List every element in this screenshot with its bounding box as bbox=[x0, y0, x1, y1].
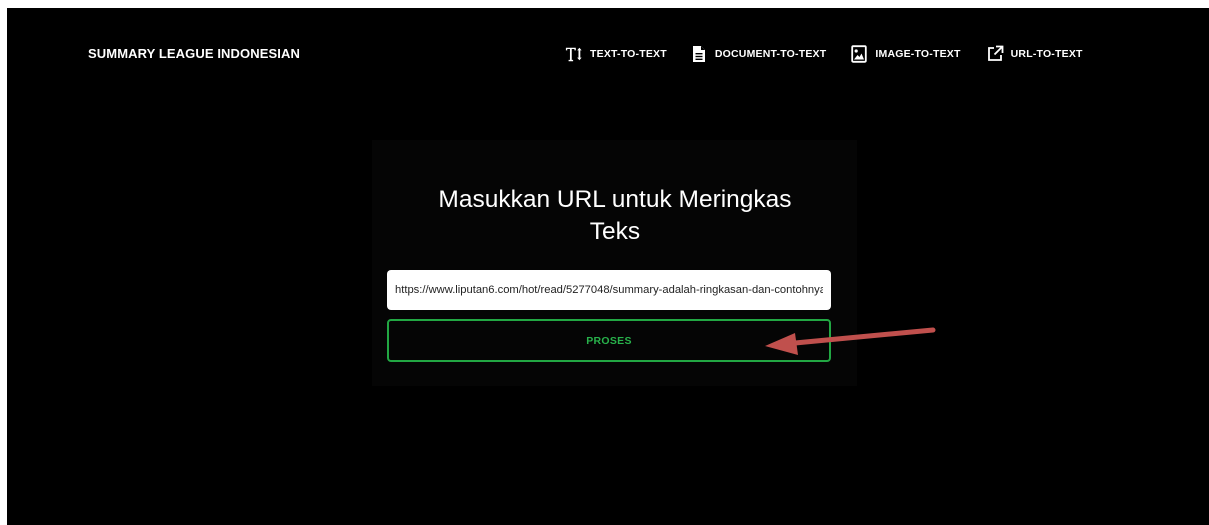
brand-title[interactable]: SUMMARY LEAGUE INDONESIAN bbox=[88, 44, 300, 64]
top-nav: TEXT-TO-TEXT DOCUMENT-TO-TEXT IMAGE-TO-T… bbox=[565, 42, 1083, 66]
page-title-line-1: Masukkan URL untuk Meringkas bbox=[438, 186, 792, 213]
document-icon bbox=[690, 45, 708, 63]
image-icon bbox=[850, 45, 868, 63]
nav-image-to-text[interactable]: IMAGE-TO-TEXT bbox=[850, 45, 960, 63]
nav-document-to-text-label: DOCUMENT-TO-TEXT bbox=[714, 48, 827, 60]
nav-url-to-text[interactable]: URL-TO-TEXT bbox=[986, 45, 1083, 63]
nav-document-to-text[interactable]: DOCUMENT-TO-TEXT bbox=[690, 45, 827, 63]
text-height-icon bbox=[565, 45, 583, 63]
proses-button[interactable]: PROSES bbox=[387, 319, 831, 362]
nav-image-to-text-label: IMAGE-TO-TEXT bbox=[875, 48, 961, 60]
external-link-icon bbox=[986, 45, 1004, 63]
nav-text-to-text[interactable]: TEXT-TO-TEXT bbox=[565, 45, 667, 63]
url-input[interactable] bbox=[387, 270, 831, 310]
page-title: Masukkan URL untuk Meringkas Teks bbox=[380, 184, 850, 248]
nav-text-to-text-label: TEXT-TO-TEXT bbox=[590, 48, 667, 60]
nav-url-to-text-label: URL-TO-TEXT bbox=[1010, 48, 1083, 60]
page-title-line-2: Teks bbox=[589, 218, 641, 245]
